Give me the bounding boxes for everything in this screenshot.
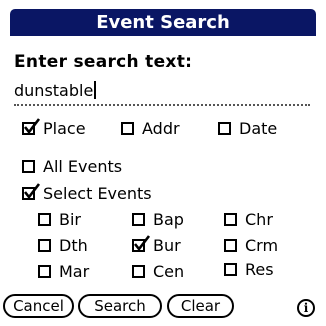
- check-mark-icon: [133, 234, 151, 251]
- event-label-bap: Bap: [153, 209, 184, 229]
- event-label-res: Res: [245, 259, 274, 279]
- clear-button[interactable]: Clear: [167, 294, 234, 318]
- event-label-mar: Mar: [59, 261, 90, 281]
- cancel-button[interactable]: Cancel: [3, 294, 74, 318]
- checkbox-box: [132, 264, 145, 278]
- checkbox-box: [121, 121, 134, 135]
- checkbox-all-events[interactable]: All Events: [22, 156, 122, 176]
- checkbox-event-crm[interactable]: Crm: [224, 235, 278, 255]
- checkbox-box: [224, 262, 237, 276]
- checkbox-select-events[interactable]: Select Events: [22, 182, 152, 203]
- checkbox-event-bir[interactable]: Bir: [38, 209, 81, 229]
- checkbox-label-place: Place: [43, 118, 86, 138]
- event-label-crm: Crm: [245, 235, 279, 255]
- event-search-dialog: Event Search Enter search text: dunstabl…: [0, 0, 326, 326]
- checkbox-event-bap[interactable]: Bap: [132, 209, 184, 229]
- event-label-cen: Cen: [153, 261, 185, 281]
- checkbox-event-res[interactable]: Res: [224, 259, 274, 279]
- event-label-dth: Dth: [59, 235, 88, 255]
- search-text-field[interactable]: dunstable: [14, 80, 310, 106]
- checkbox-label-addr: Addr: [142, 118, 180, 138]
- checkbox-box: [224, 212, 237, 226]
- checkbox-box: [218, 121, 231, 135]
- checkbox-box: [22, 182, 41, 200]
- checkbox-event-chr[interactable]: Chr: [224, 209, 273, 229]
- checkbox-date[interactable]: Date: [218, 118, 277, 138]
- checkbox-box: [38, 264, 51, 278]
- checkbox-label-all-events: All Events: [43, 156, 123, 176]
- event-label-chr: Chr: [245, 209, 273, 229]
- check-mark-icon: [23, 182, 41, 199]
- checkbox-place[interactable]: Place: [22, 117, 86, 138]
- check-mark-icon: [23, 117, 41, 134]
- event-label-bur: Bur: [153, 235, 181, 255]
- checkbox-box: [224, 238, 237, 252]
- event-label-bir: Bir: [59, 209, 81, 229]
- checkbox-addr[interactable]: Addr: [121, 118, 180, 138]
- dialog-title: Event Search: [10, 9, 316, 36]
- checkbox-event-bur[interactable]: Bur: [132, 234, 181, 255]
- checkbox-label-date: Date: [239, 118, 278, 138]
- checkbox-box: [38, 212, 51, 226]
- search-text-value: dunstable: [14, 81, 94, 100]
- checkbox-label-select-events: Select Events: [43, 183, 152, 203]
- checkbox-box: [22, 159, 35, 173]
- text-cursor: [94, 81, 97, 99]
- checkbox-event-cen[interactable]: Cen: [132, 261, 184, 281]
- checkbox-box: [132, 234, 151, 252]
- checkbox-box: [132, 212, 145, 226]
- info-icon[interactable]: i: [297, 299, 315, 317]
- search-prompt-label: Enter search text:: [14, 52, 193, 72]
- checkbox-event-dth[interactable]: Dth: [38, 235, 88, 255]
- search-button[interactable]: Search: [78, 294, 162, 318]
- checkbox-box: [22, 117, 41, 135]
- checkbox-event-mar[interactable]: Mar: [38, 261, 89, 281]
- checkbox-box: [38, 238, 51, 252]
